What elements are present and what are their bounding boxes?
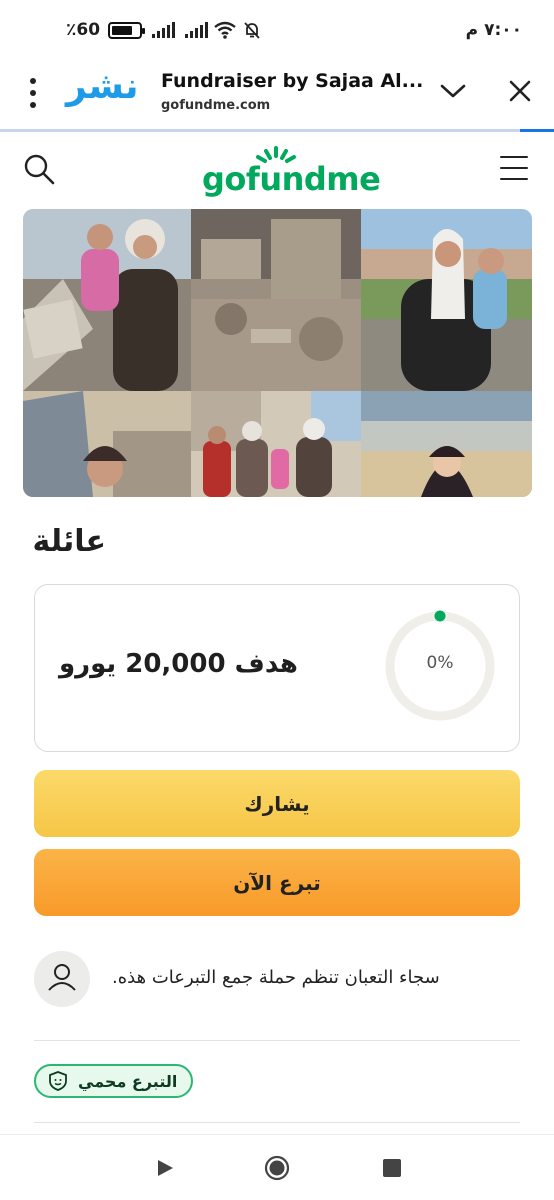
square-recents-icon[interactable] — [383, 1159, 401, 1177]
battery-percent: ٪60 — [66, 20, 101, 40]
photo-family-group — [191, 391, 361, 497]
hamburger-icon[interactable] — [500, 156, 528, 180]
donation-protected-badge[interactable]: التبرع محمي — [34, 1064, 194, 1098]
signal-icon-2 — [185, 22, 209, 38]
badge-label: التبرع محمي — [78, 1071, 178, 1091]
system-nav-bar — [0, 1134, 554, 1200]
goal-card: هدف 20,000 يورو 0% — [34, 584, 520, 752]
circle-home-icon[interactable] — [264, 1155, 290, 1181]
chevron-down-icon[interactable] — [438, 76, 468, 106]
photo-child-rubble — [23, 391, 191, 497]
status-bar: ٪60 ٧:٠٠ م — [0, 0, 554, 62]
wifi-icon — [214, 21, 236, 39]
triangle-back-icon[interactable] — [154, 1157, 176, 1179]
progress-percent: 0% — [426, 653, 454, 673]
signal-icon — [152, 22, 176, 38]
browser-toolbar: نشر Fundraiser by Sajaa Al... gofundme.c… — [0, 62, 554, 130]
app-brand-logo: نشر — [66, 66, 139, 107]
photo-mother-child-rubble — [23, 209, 191, 391]
organizer-text: سجاء التعبان تنظم حملة جمع التبرعات هذه. — [112, 967, 440, 988]
photo-mother-holding-child — [361, 209, 532, 391]
shield-icon — [49, 1071, 67, 1091]
photo-child-beach — [361, 391, 532, 497]
close-icon[interactable] — [505, 76, 535, 106]
campaign-photo-collage[interactable] — [23, 209, 532, 497]
organizer-row: سجاء التعبان تنظم حملة جمع التبرعات هذه. — [34, 951, 520, 1007]
divider — [34, 1040, 520, 1041]
site-header: gofundme — [0, 132, 554, 208]
divider — [34, 1122, 520, 1123]
battery-icon — [108, 21, 146, 39]
goal-amount: هدف 20,000 يورو — [59, 649, 298, 679]
photo-destroyed-building — [191, 209, 361, 391]
mute-bell-icon — [244, 22, 260, 39]
clock: ٧:٠٠ م — [465, 20, 522, 40]
person-icon — [48, 964, 76, 991]
campaign-title: عائلة — [32, 524, 106, 559]
search-icon[interactable] — [22, 152, 56, 186]
status-left: ٪60 — [66, 20, 262, 40]
gofundme-logo[interactable]: gofundme — [202, 146, 381, 198]
share-button[interactable]: يشارك — [34, 770, 520, 837]
donate-now-button[interactable]: تبرع الآن — [34, 849, 520, 916]
page-url: gofundme.com — [161, 98, 271, 113]
avatar — [34, 951, 90, 1007]
gofundme-logo-text: gofundme — [202, 160, 381, 198]
page-title: Fundraiser by Sajaa Al... — [161, 70, 424, 92]
more-vert-icon[interactable] — [28, 78, 38, 108]
